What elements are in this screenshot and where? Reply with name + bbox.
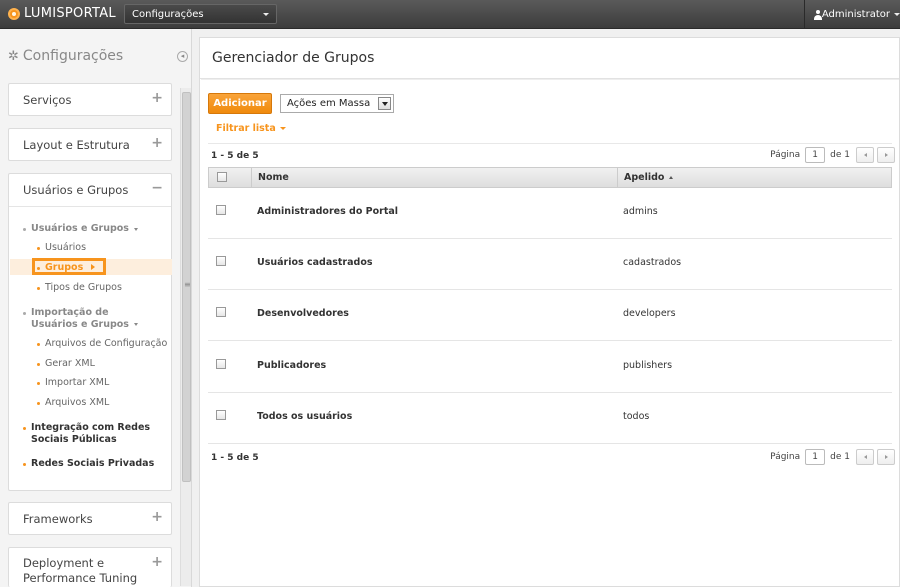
collapse-sidebar-button[interactable]: ◂ bbox=[177, 51, 188, 62]
sort-ascending-icon bbox=[669, 176, 674, 179]
sidebar-scrollbar[interactable]: ≡ bbox=[180, 88, 191, 586]
next-page-button[interactable] bbox=[877, 449, 895, 465]
group-nickname: todos bbox=[623, 411, 650, 422]
group-name[interactable]: Todos os usuários bbox=[257, 411, 352, 422]
panel-deployment[interactable]: Deployment e Performance Tuning + bbox=[8, 547, 172, 587]
table-row[interactable]: Todos os usuários todos bbox=[208, 393, 892, 444]
filter-list-link[interactable]: Filtrar lista bbox=[216, 123, 286, 134]
table-row[interactable]: Desenvolvedores developers bbox=[208, 290, 892, 341]
sidebar-item-importar-xml[interactable]: Importar XML bbox=[37, 377, 109, 388]
group-nickname: publishers bbox=[623, 360, 673, 371]
chevron-right-icon bbox=[91, 264, 96, 270]
chevron-down-icon bbox=[894, 13, 900, 16]
row-checkbox[interactable] bbox=[216, 205, 226, 215]
sidebar-item-redes-privadas[interactable]: Redes Sociais Privadas bbox=[23, 458, 154, 469]
group-name[interactable]: Publicadores bbox=[257, 360, 326, 371]
group-nickname: developers bbox=[623, 308, 676, 319]
expand-icon[interactable]: + bbox=[151, 135, 163, 151]
expand-icon[interactable]: + bbox=[151, 509, 163, 525]
chevron-down-icon bbox=[263, 13, 269, 16]
chevron-down-icon bbox=[133, 323, 138, 326]
gear-icon: ✲ bbox=[8, 48, 19, 64]
chevron-down-icon bbox=[133, 228, 138, 231]
collapse-icon[interactable]: − bbox=[151, 180, 163, 196]
top-bar: LUMISPORTAL Configurações Administrator bbox=[0, 0, 900, 29]
column-header-name[interactable]: Nome bbox=[258, 168, 289, 187]
bulk-actions-select[interactable]: Ações em Massa bbox=[280, 94, 394, 113]
sidebar-item-arquivos-config[interactable]: Arquivos de Configuração bbox=[37, 338, 167, 349]
tree-group-usuarios-grupos[interactable]: Usuários e Grupos bbox=[23, 223, 138, 234]
page-label: Página bbox=[770, 150, 801, 160]
bulk-actions-value: Ações em Massa bbox=[287, 98, 371, 109]
sidebar-item-arquivos-xml[interactable]: Arquivos XML bbox=[37, 397, 109, 408]
prev-page-button[interactable] bbox=[856, 147, 874, 163]
grip-icon: ≡ bbox=[184, 280, 191, 289]
expand-icon[interactable]: + bbox=[151, 554, 163, 570]
site-select-value: Configurações bbox=[132, 9, 204, 20]
page-of-label: de 1 bbox=[830, 452, 850, 462]
sidebar-title: Configurações bbox=[22, 48, 124, 64]
tree-group-importacao[interactable]: Importação de Usuários e Grupos bbox=[23, 307, 153, 331]
table-row[interactable]: Publicadores publishers bbox=[208, 342, 892, 393]
page-of-label: de 1 bbox=[830, 150, 850, 160]
group-name[interactable]: Desenvolvedores bbox=[257, 308, 349, 319]
sidebar: ✲ Configurações ◂ Serviços + Layout e Es… bbox=[0, 29, 192, 587]
page-title: Gerenciador de Grupos bbox=[212, 50, 375, 66]
panel-layout[interactable]: Layout e Estrutura + bbox=[8, 128, 172, 161]
user-name: Administrator bbox=[821, 9, 890, 20]
pagination-bottom: Página 1 de 1 bbox=[770, 449, 895, 465]
main-panel: Gerenciador de Grupos Adicionar Ações em… bbox=[199, 37, 900, 587]
select-all-checkbox[interactable] bbox=[217, 172, 227, 182]
panel-usuarios-grupos: Usuários e Grupos − Usuários e Grupos Us… bbox=[8, 173, 172, 491]
chevron-down-icon bbox=[378, 97, 391, 110]
chevron-down-icon bbox=[279, 127, 286, 130]
row-checkbox[interactable] bbox=[216, 307, 226, 317]
portal-logo[interactable]: LUMISPORTAL bbox=[8, 6, 116, 21]
group-name[interactable]: Administradores do Portal bbox=[257, 206, 398, 217]
group-nickname: admins bbox=[623, 206, 658, 217]
panel-title: Frameworks bbox=[23, 512, 93, 526]
pagination-top: Página 1 de 1 bbox=[770, 147, 895, 163]
next-page-button[interactable] bbox=[877, 147, 895, 163]
group-nickname: cadastrados bbox=[623, 257, 682, 268]
table-header: Nome Apelido bbox=[208, 167, 892, 188]
add-button[interactable]: Adicionar bbox=[208, 93, 272, 114]
groups-content: Adicionar Ações em Massa Filtrar lista 1… bbox=[201, 79, 899, 586]
row-checkbox[interactable] bbox=[216, 410, 226, 420]
table-row[interactable]: Administradores do Portal admins bbox=[208, 188, 892, 239]
site-select[interactable]: Configurações bbox=[124, 4, 277, 24]
table-row[interactable]: Usuários cadastrados cadastrados bbox=[208, 239, 892, 290]
prev-page-button[interactable] bbox=[856, 449, 874, 465]
user-menu[interactable]: Administrator bbox=[804, 0, 900, 29]
group-name[interactable]: Usuários cadastrados bbox=[257, 257, 373, 268]
expand-icon[interactable]: + bbox=[151, 90, 163, 106]
logo-text: LUMISPORTAL bbox=[24, 6, 116, 21]
results-count: 1 - 5 de 5 bbox=[211, 151, 259, 161]
sidebar-header: ✲ Configurações bbox=[8, 48, 123, 64]
user-icon bbox=[813, 9, 822, 20]
panel-title: Deployment e Performance Tuning bbox=[23, 556, 138, 585]
panel-title: Layout e Estrutura bbox=[23, 138, 130, 152]
row-checkbox[interactable] bbox=[216, 256, 226, 266]
sidebar-item-grupos[interactable]: Grupos bbox=[37, 262, 96, 273]
panel-title: Serviços bbox=[23, 93, 72, 107]
column-header-nickname[interactable]: Apelido bbox=[624, 168, 674, 187]
panel-title[interactable]: Usuários e Grupos bbox=[23, 183, 128, 197]
panel-frameworks[interactable]: Frameworks + bbox=[8, 502, 172, 535]
page-input[interactable]: 1 bbox=[805, 449, 826, 465]
page-label: Página bbox=[770, 452, 801, 462]
page-input[interactable]: 1 bbox=[805, 147, 826, 163]
logo-icon bbox=[8, 7, 20, 20]
sidebar-item-gerar-xml[interactable]: Gerar XML bbox=[37, 358, 95, 369]
sidebar-item-integracao[interactable]: Integração com Redes Sociais Públicas bbox=[23, 422, 163, 446]
panel-servicos[interactable]: Serviços + bbox=[8, 83, 172, 116]
sidebar-item-usuarios[interactable]: Usuários bbox=[37, 242, 86, 253]
row-checkbox[interactable] bbox=[216, 359, 226, 369]
sidebar-item-tipos-grupos[interactable]: Tipos de Grupos bbox=[37, 282, 122, 293]
results-count-bottom: 1 - 5 de 5 bbox=[211, 453, 259, 463]
